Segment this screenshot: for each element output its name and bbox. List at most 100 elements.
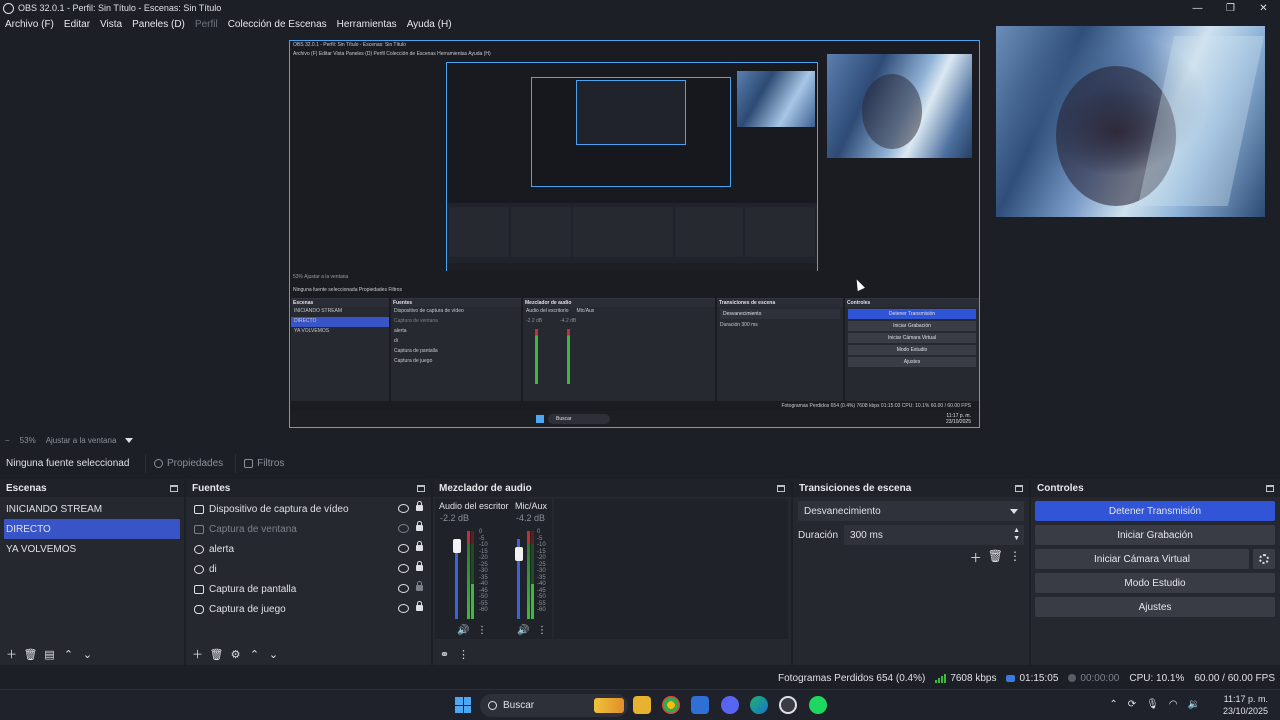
- eye-icon[interactable]: [398, 564, 409, 573]
- undock-icon[interactable]: [1266, 484, 1274, 492]
- volume-fader-knob[interactable]: [453, 539, 461, 553]
- start-recording-button[interactable]: Iniciar Grabación: [1035, 525, 1275, 545]
- undock-icon[interactable]: [1015, 484, 1023, 492]
- add-transition-button[interactable]: ＋: [970, 549, 982, 566]
- sync-icon[interactable]: ⟳: [1128, 699, 1136, 710]
- spin-arrows-icon[interactable]: ▲ ▼: [1013, 527, 1020, 543]
- add-scene-button[interactable]: ＋: [4, 647, 19, 662]
- eye-icon[interactable]: [398, 584, 409, 593]
- duration-spinbox[interactable]: 300 ms ▲ ▼: [844, 525, 1024, 545]
- menu-ayuda[interactable]: Ayuda (H): [402, 19, 457, 30]
- lock-icon[interactable]: [416, 561, 423, 571]
- move-down-icon[interactable]: ⌄: [80, 647, 95, 662]
- spotify-icon[interactable]: [809, 696, 827, 714]
- volume-fader-knob[interactable]: [515, 547, 523, 561]
- transition-select[interactable]: Desvanecimiento: [798, 501, 1024, 521]
- move-down-icon[interactable]: ⌄: [266, 647, 281, 662]
- eye-icon[interactable]: [398, 504, 409, 513]
- discord-icon[interactable]: [721, 696, 739, 714]
- menu-paneles[interactable]: Paneles (D): [127, 19, 190, 30]
- trash-icon[interactable]: 🗑: [988, 549, 1003, 566]
- record-timer: 00:00:00: [1063, 673, 1124, 684]
- source-item[interactable]: Captura de pantalla: [186, 579, 431, 599]
- menu-perfil[interactable]: Perfil: [190, 19, 223, 30]
- filters-button[interactable]: Filtros: [235, 453, 292, 473]
- duration-label: Duración: [798, 529, 839, 541]
- lock-icon[interactable]: [416, 541, 423, 551]
- source-item[interactable]: Dispositivo de captura de vídeo: [186, 499, 431, 519]
- undock-icon[interactable]: [777, 484, 785, 492]
- eye-off-icon[interactable]: [398, 524, 409, 533]
- taskbar-search[interactable]: Buscar: [480, 694, 628, 717]
- studio-mode-button[interactable]: Modo Estudio: [1035, 573, 1275, 593]
- properties-button[interactable]: Propiedades: [145, 453, 231, 473]
- kebab-menu-icon[interactable]: ⋮: [1009, 549, 1021, 566]
- add-source-button[interactable]: ＋: [190, 647, 205, 662]
- webcam-feed[interactable]: [996, 26, 1265, 217]
- edge-icon[interactable]: [750, 696, 768, 714]
- maximize-button[interactable]: ❐: [1214, 0, 1247, 16]
- settings-button[interactable]: Ajustes: [1035, 597, 1275, 617]
- lock-icon[interactable]: [416, 521, 423, 531]
- stop-stream-button[interactable]: Detener Transmisión: [1035, 501, 1275, 521]
- speaker-icon[interactable]: 🔊: [517, 625, 529, 636]
- start-virtual-camera-button[interactable]: Iniciar Cámara Virtual: [1035, 549, 1249, 569]
- obs-taskbar-icon[interactable]: [779, 696, 797, 714]
- scene-filters-icon[interactable]: ▤: [42, 647, 57, 662]
- menu-herramientas[interactable]: Herramientas: [332, 19, 402, 30]
- status-bar: Fotogramas Perdidos 654 (0.4%) 7608 kbps…: [0, 667, 1280, 689]
- trash-icon[interactable]: 🗑: [209, 647, 224, 662]
- move-up-icon[interactable]: ⌃: [247, 647, 262, 662]
- undock-icon[interactable]: [417, 484, 425, 492]
- source-item[interactable]: Captura de ventana: [186, 519, 431, 539]
- volume-icon[interactable]: 🔉: [1188, 699, 1200, 710]
- menu-archivo[interactable]: Archivo (F): [0, 19, 59, 30]
- kebab-menu-icon[interactable]: ⋮: [537, 625, 547, 636]
- unlock-icon[interactable]: [416, 581, 423, 591]
- minimize-button[interactable]: —: [1181, 0, 1214, 16]
- link-icon[interactable]: ⚭: [437, 647, 452, 662]
- kebab-menu-icon[interactable]: ⋮: [456, 647, 471, 662]
- mic-icon[interactable]: 🎙: [1146, 699, 1159, 710]
- chevron-up-icon[interactable]: ⌃: [1109, 699, 1117, 710]
- window-icon: [194, 524, 204, 534]
- taskbar-clock[interactable]: 11:17 p. m. 23/10/2025: [1223, 693, 1268, 717]
- nested-mixer-dock: Mezclador de audio Audio del escritorio M…: [523, 298, 715, 401]
- file-explorer-icon[interactable]: [633, 696, 651, 714]
- trash-icon[interactable]: 🗑: [23, 647, 38, 662]
- menu-editar[interactable]: Editar: [59, 19, 95, 30]
- menu-vista[interactable]: Vista: [95, 19, 127, 30]
- chrome-icon[interactable]: [662, 696, 680, 714]
- scene-item-directo[interactable]: DIRECTO: [4, 519, 180, 539]
- eye-icon[interactable]: [398, 604, 409, 613]
- virtual-camera-settings-button[interactable]: [1253, 549, 1275, 569]
- eye-icon[interactable]: [398, 544, 409, 553]
- undock-icon[interactable]: [170, 484, 178, 492]
- outlook-icon[interactable]: [691, 696, 709, 714]
- nested-controls-dock: Controles Detener Transmisión Iniciar Gr…: [845, 298, 979, 401]
- source-item[interactable]: Captura de juego: [186, 599, 431, 619]
- chevron-down-icon[interactable]: [125, 437, 134, 443]
- gear-icon[interactable]: ⚙: [228, 647, 243, 662]
- audio-meter: [527, 531, 530, 619]
- close-button[interactable]: ✕: [1247, 0, 1280, 16]
- speaker-icon[interactable]: 🔊: [457, 625, 469, 636]
- kebab-menu-icon[interactable]: ⋮: [477, 625, 487, 636]
- windows-taskbar: Buscar ⌃ ⟳ 🎙 ◠ 🔉 11:17 p. m. 23/10/2025: [0, 689, 1280, 720]
- mixer-channels: Audio del escritorio -2.2 dB 0 -5 -10 -15 -2…: [435, 499, 552, 639]
- source-item[interactable]: alerta: [186, 539, 431, 559]
- scene-item-iniciando-stream[interactable]: INICIANDO STREAM: [0, 499, 184, 519]
- move-up-icon[interactable]: ⌃: [61, 647, 76, 662]
- menu-coleccion-escenas[interactable]: Colección de Escenas: [223, 19, 332, 30]
- screen-capture-source[interactable]: OBS 32.0.1 - Perfil: Sin Título - Escena…: [289, 40, 980, 428]
- source-item[interactable]: di: [186, 559, 431, 579]
- fit-to-window-button[interactable]: Ajustar a la ventana: [41, 436, 122, 445]
- scene-item-ya-volvemos[interactable]: YA VOLVEMOS: [0, 539, 184, 559]
- wifi-icon[interactable]: ◠: [1169, 699, 1178, 710]
- windows-start-icon[interactable]: [455, 697, 471, 713]
- zoom-out-button[interactable]: −: [0, 436, 15, 445]
- lock-icon[interactable]: [416, 601, 423, 611]
- lock-icon[interactable]: [416, 501, 423, 511]
- bitrate-indicator: 7608 kbps: [930, 673, 1001, 684]
- controls-title: Controles: [1037, 482, 1084, 494]
